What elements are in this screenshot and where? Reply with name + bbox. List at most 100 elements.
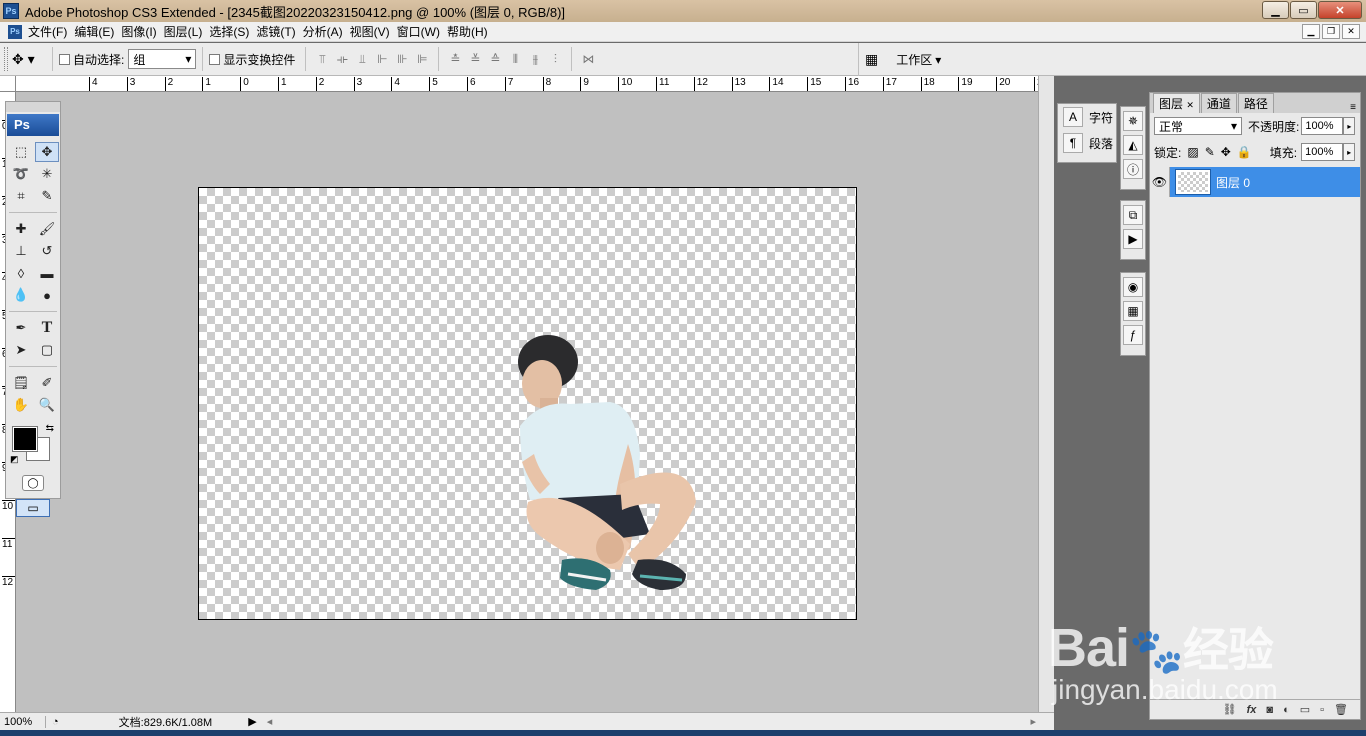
doc-close-button[interactable]: ✕ [1342, 24, 1360, 39]
align-bottom-icon[interactable]: ⫫ [354, 52, 370, 66]
distribute-left-icon[interactable]: ⫴ [507, 52, 523, 66]
show-transform-checkbox[interactable] [209, 53, 221, 65]
menu-help[interactable]: 帮助(H) [447, 23, 495, 40]
eraser-tool-icon[interactable]: ◊ [9, 263, 33, 283]
crop-tool-icon[interactable]: ⌗ [9, 186, 33, 206]
shape-tool-icon[interactable]: ▢ [35, 340, 59, 360]
menu-select[interactable]: 选择(S) [209, 23, 256, 40]
menu-edit[interactable]: 编辑(E) [74, 23, 121, 40]
fill-input[interactable]: 100% [1301, 143, 1344, 161]
screen-mode-button[interactable]: ▭ [16, 499, 50, 517]
magic-wand-tool-icon[interactable]: ✳ [35, 164, 59, 184]
auto-select-checkbox[interactable] [59, 53, 70, 65]
close-icon[interactable]: ✕ [1186, 100, 1194, 110]
scroll-left-icon[interactable]: ◂ [267, 715, 273, 728]
pen-tool-icon[interactable]: ✒ [9, 318, 33, 338]
blend-mode-dropdown[interactable]: 正常 ▾ [1154, 117, 1242, 135]
styles-icon[interactable]: ƒ [1123, 325, 1143, 345]
dodge-tool-icon[interactable]: ● [35, 285, 59, 305]
align-right-icon[interactable]: ⊫ [414, 52, 430, 66]
character-panel-button[interactable]: A 字符 [1058, 104, 1116, 130]
minimize-button[interactable]: ▁ [1262, 1, 1289, 19]
align-left-icon[interactable]: ⊩ [374, 52, 390, 66]
menu-image[interactable]: 图像(I) [121, 23, 163, 40]
brush-tool-icon[interactable]: 🖌 [35, 219, 59, 239]
distribute-bottom-icon[interactable]: ≙ [487, 52, 503, 66]
doc-restore-button[interactable]: ❐ [1322, 24, 1340, 39]
visibility-eye-icon[interactable]: 👁 [1150, 167, 1170, 197]
distribute-hcenter-icon[interactable]: ⫵ [527, 52, 543, 66]
status-preview-icon[interactable]: ◔ [52, 716, 59, 728]
color-palette-icon[interactable]: ◉ [1123, 277, 1143, 297]
hand-tool-icon[interactable]: ✋ [9, 395, 33, 415]
menu-analysis[interactable]: 分析(A) [303, 23, 350, 40]
info-icon[interactable]: ⓘ [1123, 159, 1143, 179]
tab-layers[interactable]: 图层 ✕ [1153, 93, 1200, 113]
doc-minimize-button[interactable]: ▁ [1302, 24, 1320, 39]
lock-all-icon[interactable]: 🔒 [1237, 145, 1252, 159]
status-menu-arrow-icon[interactable]: ▶ [248, 715, 256, 728]
auto-align-layers-icon[interactable]: ⋈ [580, 52, 596, 66]
type-tool-icon[interactable]: T [35, 318, 59, 338]
menu-file[interactable]: 文件(F) [28, 23, 74, 40]
menu-window[interactable]: 窗口(W) [397, 23, 447, 40]
scroll-right-icon[interactable]: ▸ [1030, 715, 1036, 728]
menu-layer[interactable]: 图层(L) [164, 23, 210, 40]
history-brush-tool-icon[interactable]: ↺ [35, 241, 59, 261]
move-tool-icon[interactable]: ✥ [35, 142, 59, 162]
workspace-menu[interactable]: ▦ 工作区 ▾ [858, 43, 941, 76]
actions-icon[interactable]: ▶ [1123, 229, 1143, 249]
options-grip[interactable] [4, 47, 8, 71]
quick-mask-button[interactable]: ◯ [22, 475, 44, 491]
panel-menu-icon[interactable]: ≡ [1350, 102, 1356, 113]
align-vcenter-icon[interactable]: ⟛ [334, 52, 350, 66]
marquee-tool-icon[interactable]: ⬚ [9, 142, 33, 162]
fill-slider-button[interactable]: ▸ [1343, 143, 1356, 161]
distribute-top-icon[interactable]: ≛ [447, 52, 463, 66]
swatches-icon[interactable]: ▦ [1123, 301, 1143, 321]
align-top-icon[interactable]: ⫪ [314, 52, 330, 66]
distribute-right-icon[interactable]: ⫶ [547, 52, 563, 66]
close-button[interactable]: ✕ [1318, 1, 1362, 19]
lasso-tool-icon[interactable]: ➰ [9, 164, 33, 184]
lock-position-icon[interactable]: ✥ [1221, 145, 1231, 159]
history-icon[interactable]: ⧉ [1123, 205, 1143, 225]
clone-stamp-tool-icon[interactable]: ⊥ [9, 241, 33, 261]
healing-brush-tool-icon[interactable]: ✚ [9, 219, 33, 239]
slice-tool-icon[interactable]: ✎ [35, 186, 59, 206]
gradient-tool-icon[interactable]: ▬ [35, 263, 59, 283]
align-hcenter-icon[interactable]: ⊪ [394, 52, 410, 66]
tab-channels[interactable]: 通道 [1200, 93, 1237, 113]
eyedropper-tool-icon[interactable]: ✐ [35, 373, 59, 393]
menu-filter[interactable]: 滤镜(T) [256, 23, 302, 40]
layer-thumbnail [1175, 169, 1211, 195]
navigator-icon[interactable]: ✵ [1123, 111, 1143, 131]
ruler-origin[interactable] [0, 76, 16, 92]
opacity-input[interactable]: 100% [1301, 117, 1344, 135]
foreground-color-swatch[interactable] [12, 426, 38, 452]
baidu-jingyan-watermark: Bai🐾经验 jingyan.baidu.com [1048, 590, 1366, 710]
toolbox-grip[interactable] [6, 102, 60, 112]
menu-view[interactable]: 视图(V) [350, 23, 397, 40]
notes-tool-icon[interactable]: 🗒 [9, 373, 33, 393]
maximize-button[interactable]: ▭ [1290, 1, 1317, 19]
ruler-horizontal[interactable]: 4321012345678910111213141516171819202122 [16, 76, 1038, 92]
tab-paths[interactable]: 路径 [1237, 93, 1274, 113]
path-selection-tool-icon[interactable]: ➤ [9, 340, 33, 360]
move-tool-preset-icon[interactable]: ✥ ▾ [12, 51, 46, 68]
paragraph-panel-button[interactable]: ¶ 段落 [1058, 130, 1116, 156]
lock-transparency-icon[interactable]: ▨ [1187, 145, 1198, 159]
document-logo-icon[interactable]: Ps [8, 24, 22, 39]
lock-image-icon[interactable]: ✎ [1205, 145, 1215, 159]
auto-select-dropdown[interactable]: 组 ▾ [128, 49, 197, 69]
blur-tool-icon[interactable]: 💧 [9, 285, 33, 305]
layer-row[interactable]: 👁 图层 0 [1150, 167, 1360, 197]
zoom-tool-icon[interactable]: 🔍 [35, 395, 59, 415]
histogram-icon[interactable]: ◭ [1123, 135, 1143, 155]
opacity-label: 不透明度: [1248, 119, 1300, 134]
opacity-slider-button[interactable]: ▸ [1343, 117, 1356, 135]
default-colors-icon[interactable]: ◩ [10, 454, 19, 465]
zoom-level[interactable]: 100% [0, 715, 46, 728]
distribute-vcenter-icon[interactable]: ≚ [467, 52, 483, 66]
swap-colors-icon[interactable]: ⇆ [46, 423, 54, 434]
